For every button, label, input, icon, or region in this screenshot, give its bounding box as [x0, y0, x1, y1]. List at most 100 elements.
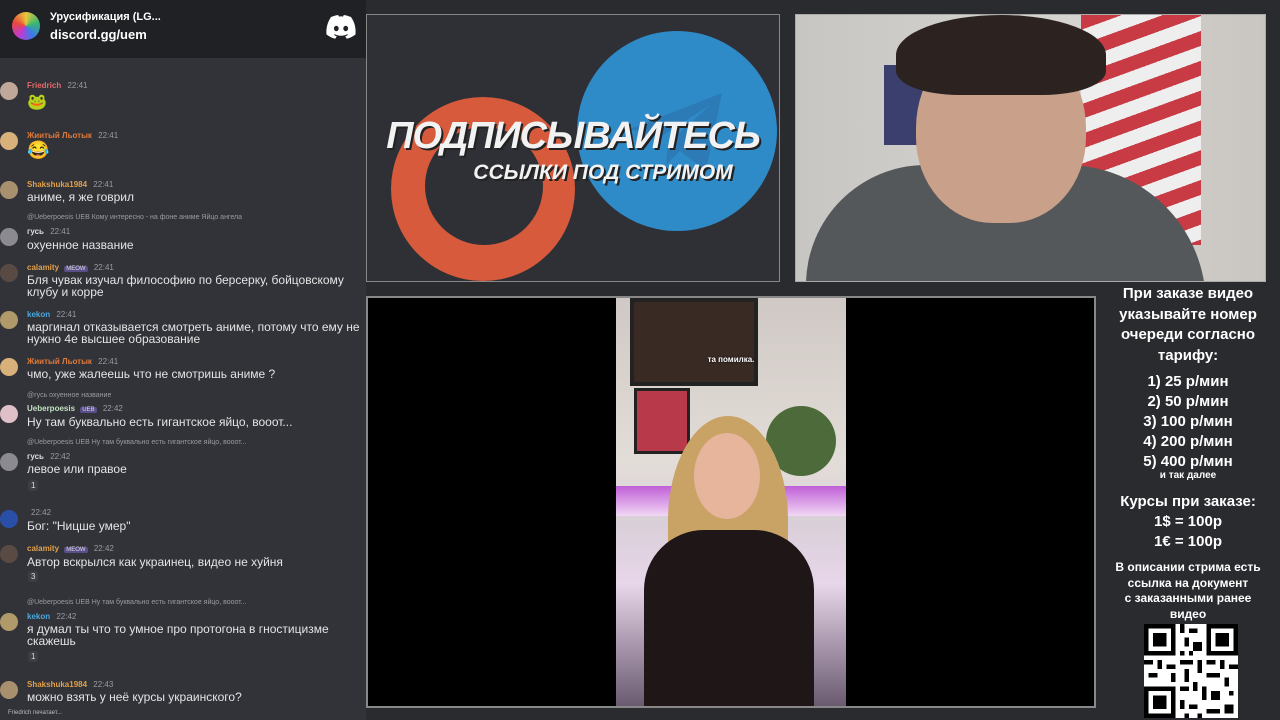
- order-line: очереди согласно: [1120, 326, 1256, 343]
- rates-title: Курсы при заказе:: [1120, 493, 1256, 510]
- avatar: [0, 545, 18, 563]
- typing-indicator: Friedrich печатает...: [8, 710, 62, 716]
- avatar: [0, 453, 18, 471]
- promo-subtitle: ССЫЛКИ ПОД СТРИМОМ: [473, 161, 733, 184]
- message-time: 22:43: [93, 680, 114, 689]
- message-username[interactable]: Friedrich: [27, 81, 61, 90]
- message-username[interactable]: Ueberpoesis: [27, 404, 75, 413]
- qr-code-icon: [1144, 624, 1238, 718]
- avatar: [0, 613, 18, 631]
- message-time: 22:41: [50, 227, 71, 236]
- order-instructions: При заказе видео указывайте номер очеред…: [1096, 284, 1280, 366]
- message-time: 22:41: [98, 357, 119, 366]
- order-line: При заказе видео: [1122, 285, 1254, 302]
- message-text: Бог: "Ницше умер": [27, 519, 131, 533]
- exchange-rates: Курсы при заказе: 1$ = 100р 1€ = 100р: [1096, 492, 1280, 552]
- video-subtitle: та помилка.: [707, 355, 755, 364]
- message-time: 22:42: [50, 452, 71, 461]
- avatar: [0, 358, 18, 376]
- order-info-panel: При заказе видео указывайте номер очеред…: [1096, 282, 1280, 720]
- avatar: [0, 405, 18, 423]
- price-item: 4) 200 р/мин: [1143, 433, 1233, 450]
- reply-preview[interactable]: @Ueberpoesis UEB Ну там буквально есть г…: [27, 599, 247, 606]
- presenter-face: [694, 433, 760, 519]
- order-line: тарифу:: [1157, 346, 1219, 364]
- discord-icon: [326, 15, 356, 39]
- promo-title: ПОДПИСЫВАЙТЕСЬ: [386, 115, 761, 157]
- message-time: 22:41: [93, 180, 114, 189]
- message-username[interactable]: kekon: [27, 310, 50, 319]
- server-invite-link[interactable]: discord.gg/uem: [50, 27, 147, 42]
- chat-header: Урусификация (LG... discord.gg/uem: [0, 0, 366, 58]
- message-time: 22:42: [31, 508, 52, 517]
- message-username[interactable]: Жиитый Льотык: [27, 357, 92, 366]
- desc-line: видео: [1169, 606, 1207, 621]
- message-time: 22:42: [102, 404, 123, 413]
- reaction-badge[interactable]: 3: [28, 571, 39, 582]
- reply-preview[interactable]: @Ueberpoesis UEB Ну там буквально есть г…: [27, 439, 247, 446]
- reply-preview[interactable]: @Ueberpoesis UEB Кому интересно - на фон…: [27, 214, 242, 221]
- streamer-hair: [896, 15, 1106, 95]
- price-list: 1) 25 р/мин 2) 50 р/мин 3) 100 р/мин 4) …: [1096, 372, 1280, 472]
- avatar: [0, 264, 18, 282]
- message-username[interactable]: kekon: [27, 612, 50, 621]
- reply-preview[interactable]: @гусь охуенное название: [27, 392, 111, 399]
- server-icon: [12, 12, 40, 40]
- chat-overlay: Урусификация (LG... discord.gg/uem Fried…: [0, 0, 366, 720]
- server-name: Урусификация (LG...: [50, 11, 161, 23]
- desc-line: с заказанными ранее: [1124, 591, 1252, 605]
- rate-item: 1€ = 100р: [1154, 533, 1222, 550]
- user-tag: UEB: [80, 407, 97, 413]
- message-text: Автор вскрылся как украинец, видео не ху…: [27, 555, 283, 569]
- message-text: я думал ты что то умное про протогона в …: [27, 622, 329, 648]
- price-item: 3) 100 р/мин: [1143, 413, 1233, 430]
- message-time: 22:41: [98, 131, 119, 140]
- user-tag: MEOW: [64, 547, 88, 553]
- message-time: 22:42: [56, 612, 77, 621]
- message-time: 22:42: [93, 544, 114, 553]
- message-emoji: 😂: [27, 140, 50, 160]
- avatar: [0, 311, 18, 329]
- message-username[interactable]: calamity: [27, 544, 59, 553]
- user-tag: MEOW: [64, 266, 88, 272]
- message-time: 22:41: [56, 310, 77, 319]
- avatar: [0, 82, 18, 100]
- wall-picture: [630, 298, 758, 386]
- message-text: Ну там буквально есть гигантское яйцо, в…: [27, 415, 293, 429]
- reaction-badge[interactable]: 1: [28, 651, 39, 662]
- message-text: Бля чувак изучал философию по берсерку, …: [27, 273, 344, 299]
- subscribe-banner: ПОДПИСЫВАЙТЕСЬ ССЫЛКИ ПОД СТРИМОМ: [366, 14, 780, 282]
- price-item: 2) 50 р/мин: [1147, 393, 1229, 410]
- message-username[interactable]: гусь: [27, 227, 44, 236]
- avatar: [0, 510, 18, 528]
- message-username[interactable]: Жиитый Льотык: [27, 131, 92, 140]
- message-username[interactable]: calamity: [27, 263, 59, 272]
- message-text: можно взять у неё курсы украинского?: [27, 690, 242, 704]
- description-note: В описании стрима есть ссылка на докумен…: [1096, 560, 1280, 622]
- message-time: 22:41: [67, 81, 88, 90]
- video-player[interactable]: та помилка.: [366, 296, 1096, 708]
- message-text: левое или правое: [27, 462, 127, 476]
- message-username[interactable]: Shakshuka1984: [27, 180, 87, 189]
- price-etc: и так далее: [1159, 470, 1217, 481]
- message-emoji: 🐸: [27, 94, 47, 111]
- avatar: [0, 181, 18, 199]
- price-item: 1) 25 р/мин: [1147, 373, 1229, 390]
- wall-poster: [634, 388, 690, 454]
- message-text: чмо, уже жалеешь что не смотришь аниме ?: [27, 367, 276, 381]
- message-username[interactable]: гусь: [27, 452, 44, 461]
- reaction-badge[interactable]: 1: [28, 480, 39, 491]
- message-text: охуенное название: [27, 238, 134, 252]
- price-item: 5) 400 р/мин: [1143, 453, 1233, 470]
- webcam-feed: [795, 14, 1266, 282]
- message-username[interactable]: Shakshuka1984: [27, 680, 87, 689]
- desc-line: ссылка на документ: [1127, 575, 1249, 590]
- message-text: аниме, я же говрил: [27, 190, 135, 204]
- message-text: маргинал отказывается смотреть аниме, по…: [27, 320, 360, 346]
- desc-line: В описании стрима есть: [1115, 560, 1261, 574]
- order-line: указывайте номер: [1119, 305, 1257, 323]
- presenter-body: [644, 530, 814, 706]
- rate-item: 1$ = 100р: [1154, 513, 1222, 530]
- message-time: 22:41: [93, 263, 114, 272]
- avatar: [0, 228, 18, 246]
